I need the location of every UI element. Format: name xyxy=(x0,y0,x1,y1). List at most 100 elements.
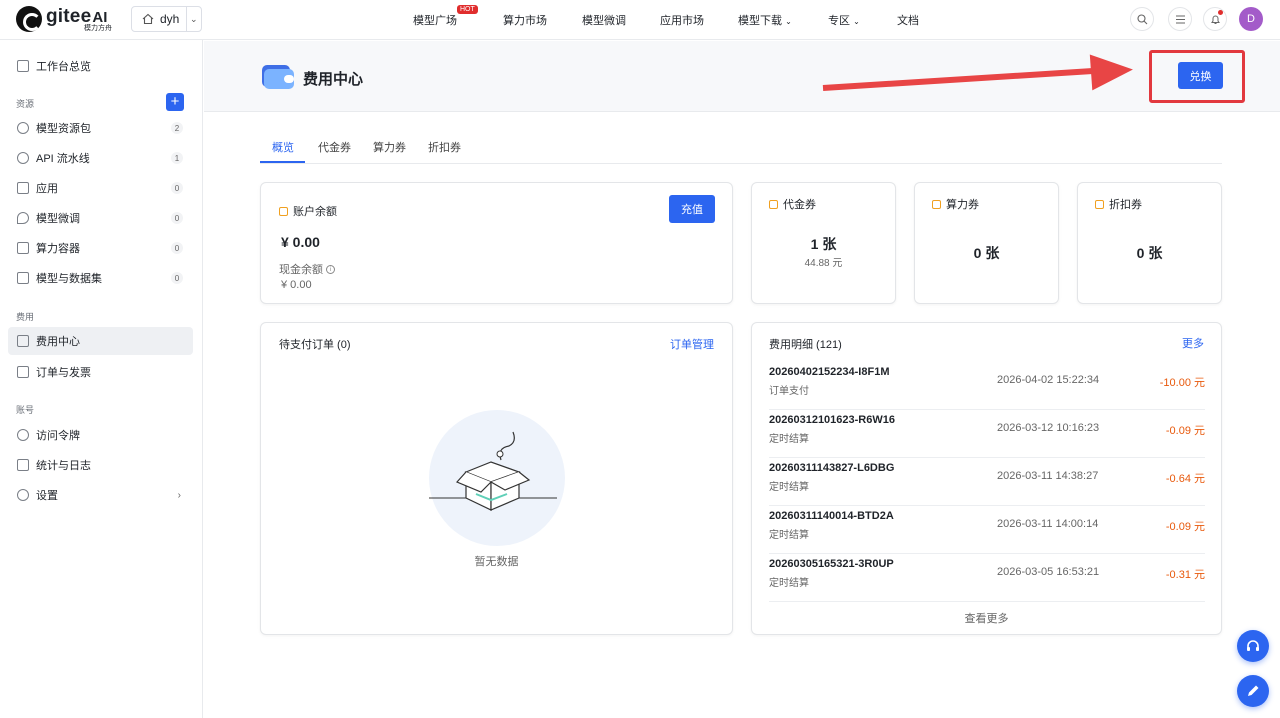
list-button[interactable] xyxy=(1168,7,1192,31)
sidebar-item-label: 统计与日志 xyxy=(36,460,91,472)
support-button[interactable] xyxy=(1237,630,1269,662)
transaction-id: 20260312101623-R6W16 xyxy=(769,414,895,426)
discount-voucher-count: 0 张 xyxy=(1136,245,1163,261)
voucher-amount: 44.88 元 xyxy=(804,258,843,269)
discount-voucher-card[interactable]: 折扣券 0 张 xyxy=(1077,182,1222,304)
cube-icon xyxy=(17,272,29,284)
compute-voucher-card[interactable]: 算力券 0 张 xyxy=(914,182,1059,304)
balance-label-text: 账户余额 xyxy=(293,206,337,218)
empty-state-text: 暂无数据 xyxy=(474,556,519,568)
transaction-type: 订单支付 xyxy=(769,386,809,397)
sidebar-item-access-tokens[interactable]: 访问令牌 xyxy=(8,421,193,449)
package-icon xyxy=(17,122,29,134)
sidebar-item-label: 访问令牌 xyxy=(36,430,80,442)
billing-more-link[interactable]: 更多 xyxy=(1182,335,1204,351)
discount-voucher-label-text: 折扣券 xyxy=(1109,199,1142,211)
transaction-id: 20260402152234-I8F1M xyxy=(769,366,890,378)
sidebar-item-model-packages[interactable]: 模型资源包 2 xyxy=(8,114,193,142)
notification-button[interactable] xyxy=(1203,7,1227,31)
nav-compute-market[interactable]: 算力市场 xyxy=(503,12,547,28)
table-row[interactable]: 20260305165321-3R0UP 定时结算 2026-03-05 16:… xyxy=(769,554,1205,602)
sidebar-item-orders-invoices[interactable]: 订单与发票 xyxy=(8,358,193,386)
search-button[interactable] xyxy=(1130,7,1154,31)
transaction-amount: -10.00 元 xyxy=(1159,377,1205,389)
nav-docs[interactable]: 文档 xyxy=(897,12,919,28)
top-bar: giteeAI 模力方舟 dyh ⌄ 模型广场 HOT 算力市场 模型微调 应用… xyxy=(0,0,1280,40)
hot-badge: HOT xyxy=(457,5,478,14)
sidebar-item-settings[interactable]: 设置 › xyxy=(8,481,193,509)
wallet-icon xyxy=(279,206,288,216)
chevron-down-icon: ⌄ xyxy=(785,17,792,26)
avatar[interactable]: D xyxy=(1239,7,1263,31)
tab-discount-vouchers[interactable]: 折扣券 xyxy=(428,139,461,155)
notification-dot xyxy=(1218,10,1223,15)
sidebar-item-overview[interactable]: 工作台总览 xyxy=(8,52,193,80)
feedback-button[interactable] xyxy=(1237,675,1269,707)
transaction-date: 2026-03-11 14:38:27 xyxy=(997,470,1099,482)
tab-vouchers[interactable]: 代金券 xyxy=(318,139,351,155)
count-badge: 0 xyxy=(171,242,183,254)
nav-zone[interactable]: 专区 ⌄ xyxy=(828,12,860,28)
sidebar-item-label: 算力容器 xyxy=(36,243,80,255)
redeem-button[interactable]: 兑换 xyxy=(1178,62,1223,89)
sidebar-section-billing: 费用 xyxy=(16,312,35,322)
headset-icon xyxy=(1247,640,1259,651)
nav-model-plaza[interactable]: 模型广场 xyxy=(413,12,457,28)
sidebar: 工作台总览 资源 + 模型资源包 2 API 流水线 1 应用 0 模型微调 0… xyxy=(0,40,203,718)
sidebar-item-label: 模型微调 xyxy=(36,213,80,225)
ticket-icon xyxy=(932,199,941,209)
table-row[interactable]: 20260311140014-BTD2A 定时结算 2026-03-11 14:… xyxy=(769,506,1205,554)
empty-box-icon xyxy=(429,431,557,511)
recharge-button[interactable]: 充值 xyxy=(669,195,715,223)
billing-details-title: 费用明细 (121) xyxy=(769,339,842,351)
sidebar-item-models-datasets[interactable]: 模型与数据集 0 xyxy=(8,264,193,292)
table-row[interactable]: 20260312101623-R6W16 定时结算 2026-03-12 10:… xyxy=(769,410,1205,458)
sidebar-item-stats-logs[interactable]: 统计与日志 xyxy=(8,451,193,479)
pencil-icon xyxy=(1248,685,1259,696)
sidebar-item-fine-tuning[interactable]: 模型微调 0 xyxy=(8,204,193,232)
chart-icon xyxy=(17,459,29,471)
compute-voucher-label-text: 算力券 xyxy=(946,199,979,211)
sidebar-item-label: 应用 xyxy=(36,183,58,195)
view-more-link[interactable]: 查看更多 xyxy=(752,610,1221,626)
table-row[interactable]: 20260311143827-L6DBG 定时结算 2026-03-11 14:… xyxy=(769,458,1205,506)
order-management-link[interactable]: 订单管理 xyxy=(670,336,714,352)
voucher-card[interactable]: 代金券 1 张 44.88 元 xyxy=(751,182,896,304)
voucher-label: 代金券 xyxy=(769,196,816,212)
transaction-type: 定时结算 xyxy=(769,530,809,541)
nav-model-download[interactable]: 模型下载 ⌄ xyxy=(738,12,792,28)
sidebar-item-label: 工作台总览 xyxy=(36,61,91,73)
sidebar-item-label: 模型与数据集 xyxy=(36,273,102,285)
nav-app-market[interactable]: 应用市场 xyxy=(660,12,704,28)
balance-amount: ¥ 0.00 xyxy=(281,234,320,250)
sidebar-item-billing-center[interactable]: 费用中心 xyxy=(8,327,193,355)
grid-icon xyxy=(17,60,29,72)
transaction-date: 2026-04-02 15:22:34 xyxy=(997,374,1100,386)
transaction-type: 定时结算 xyxy=(769,434,809,445)
apps-icon xyxy=(17,182,29,194)
transaction-amount: -0.09 元 xyxy=(1165,425,1205,437)
page-title: 费用中心 xyxy=(303,71,364,88)
tab-compute-vouchers[interactable]: 算力券 xyxy=(373,139,406,155)
sidebar-item-compute-containers[interactable]: 算力容器 0 xyxy=(8,234,193,262)
transaction-date: 2026-03-12 10:16:23 xyxy=(997,422,1100,434)
transaction-id: 20260311143827-L6DBG xyxy=(769,462,895,474)
transaction-id: 20260305165321-3R0UP xyxy=(769,558,894,570)
count-badge: 2 xyxy=(171,122,183,134)
info-icon[interactable]: i xyxy=(326,264,335,274)
sidebar-section-resources: 资源 xyxy=(16,99,35,109)
cash-balance-amount: ¥ 0.00 xyxy=(281,279,312,291)
count-badge: 1 xyxy=(171,152,183,164)
voucher-count: 1 张 xyxy=(810,236,837,252)
sidebar-item-apps[interactable]: 应用 0 xyxy=(8,174,193,202)
voucher-label-text: 代金券 xyxy=(783,199,816,211)
sidebar-item-api-pipeline[interactable]: API 流水线 1 xyxy=(8,144,193,172)
add-resource-button[interactable]: + xyxy=(166,93,184,111)
compute-voucher-count: 0 张 xyxy=(973,245,1000,261)
sidebar-item-label: 设置 xyxy=(36,490,58,502)
tab-overview[interactable]: 概览 xyxy=(272,139,294,155)
nav-fine-tuning[interactable]: 模型微调 xyxy=(582,12,626,28)
compute-voucher-label: 算力券 xyxy=(932,196,979,212)
table-row[interactable]: 20260402152234-I8F1M 订单支付 2026-04-02 15:… xyxy=(769,362,1205,410)
empty-state-illustration xyxy=(429,410,565,546)
